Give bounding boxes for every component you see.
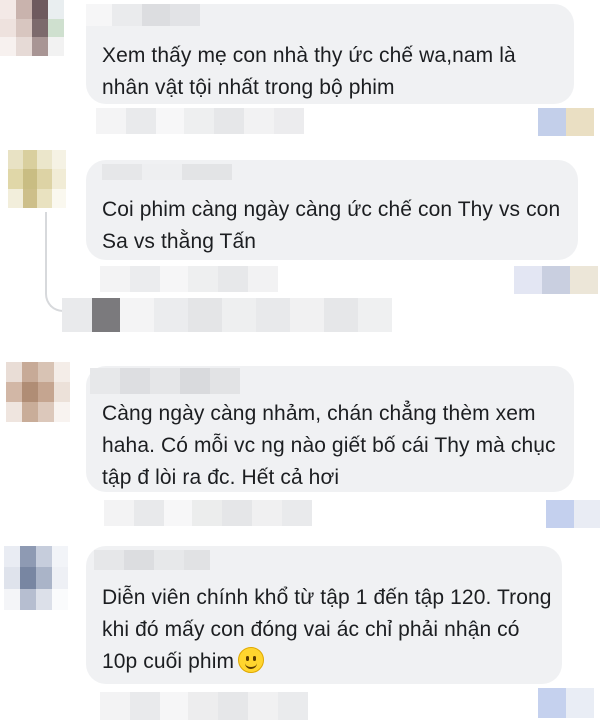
avatar[interactable] [4,546,68,610]
author-name[interactable] [102,164,232,180]
comment-actions[interactable] [96,108,304,134]
comment-actions[interactable] [100,266,278,292]
comment-bubble[interactable]: Càng ngày càng nhảm, chán chẳng thèm xem… [86,366,574,492]
thread-line [45,212,85,312]
avatar[interactable] [0,0,64,56]
comment-text-content: Diễn viên chính khổ từ tập 1 đến tập 120… [102,586,552,673]
comment-text: Càng ngày càng nhảm, chán chẳng thèm xem… [102,402,556,489]
view-replies[interactable] [62,298,392,332]
author-name[interactable] [90,368,240,394]
avatar[interactable] [6,362,70,422]
avatar[interactable] [8,150,66,208]
slightly-smiling-face-icon [238,647,265,673]
reactions-count[interactable] [546,500,600,528]
comment-bubble[interactable]: Xem thấy mẹ con nhà thy ức chế wa,nam là… [86,4,574,104]
comment-actions[interactable] [104,500,312,526]
comment-text: Coi phim càng ngày càng ức chế con Thy v… [102,198,561,253]
author-name[interactable] [86,4,200,26]
comment-text: Diễn viên chính khổ từ tập 1 đến tập 120… [102,582,552,678]
comment-actions[interactable] [100,692,308,720]
comment-bubble[interactable]: Coi phim càng ngày càng ức chế con Thy v… [86,160,578,260]
reactions-count[interactable] [514,266,598,294]
reactions-count[interactable] [538,688,594,718]
comment-text: Xem thấy mẹ con nhà thy ức chế wa,nam là… [102,44,516,99]
comment-bubble[interactable]: Diễn viên chính khổ từ tập 1 đến tập 120… [86,546,562,684]
reactions-count[interactable] [538,108,594,136]
author-name[interactable] [94,550,210,570]
